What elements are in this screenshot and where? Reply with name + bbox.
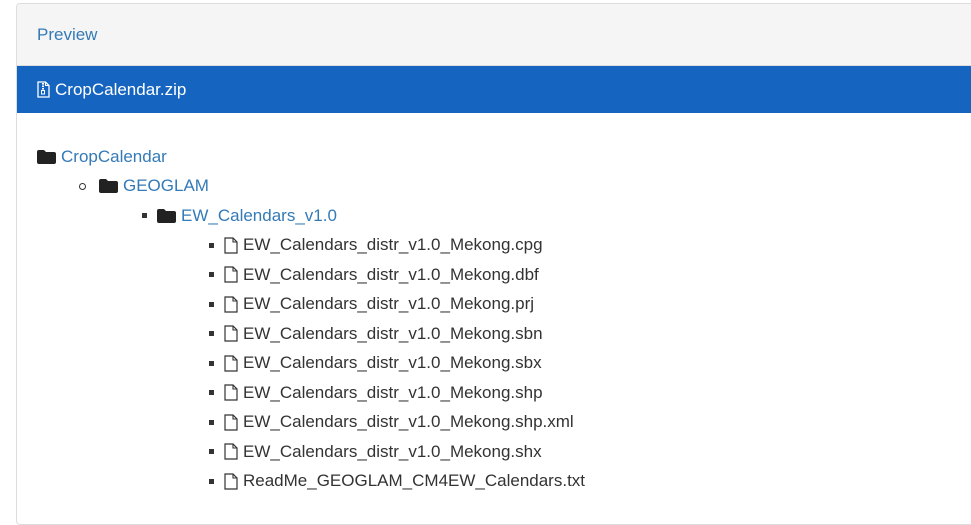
folder-label-geoglam[interactable]: GEOGLAM [123, 176, 209, 196]
file-icon [224, 237, 238, 254]
file-name: EW_Calendars_distr_v1.0_Mekong.dbf [243, 264, 539, 284]
tree-file[interactable]: EW_Calendars_distr_v1.0_Mekong.cpg [37, 231, 971, 261]
panel-title: Preview [37, 24, 98, 44]
file-name: EW_Calendars_distr_v1.0_Mekong.sbn [243, 323, 543, 343]
file-name: EW_Calendars_distr_v1.0_Mekong.cpg [243, 235, 543, 255]
file-icon [224, 473, 238, 490]
file-name: EW_Calendars_distr_v1.0_Mekong.shp [243, 382, 543, 402]
file-name: EW_Calendars_distr_v1.0_Mekong.shx [243, 441, 542, 461]
tree-bullet [79, 182, 86, 190]
tree-bullet [209, 360, 214, 366]
tree-folder-root[interactable]: CropCalendar [37, 142, 971, 172]
tree-file[interactable]: ReadMe_GEOGLAM_CM4EW_Calendars.txt [37, 467, 971, 497]
tree-file[interactable]: EW_Calendars_distr_v1.0_Mekong.shx [37, 437, 971, 467]
tree-bullet [209, 419, 214, 425]
folder-label-ew-calendars[interactable]: EW_Calendars_v1.0 [181, 206, 337, 226]
folder-icon [99, 179, 118, 194]
file-icon [224, 414, 238, 431]
file-icon [224, 296, 238, 313]
file-icon [224, 355, 238, 372]
folder-label-root[interactable]: CropCalendar [61, 147, 167, 167]
tree-bullet [142, 213, 147, 219]
file-tree: CropCalendar GEOGLAM EW_Calendars_v1.0 E… [17, 113, 971, 496]
tree-file[interactable]: EW_Calendars_distr_v1.0_Mekong.prj [37, 290, 971, 320]
tree-file[interactable]: EW_Calendars_distr_v1.0_Mekong.shp [37, 378, 971, 408]
tree-bullet [209, 301, 214, 307]
tree-bullet [209, 242, 214, 248]
tree-folder-geoglam[interactable]: GEOGLAM [37, 172, 971, 202]
archive-name: CropCalendar.zip [55, 79, 187, 99]
file-zip-icon [37, 81, 50, 98]
tree-file[interactable]: EW_Calendars_distr_v1.0_Mekong.shp.xml [37, 408, 971, 438]
archive-file-bar[interactable]: CropCalendar.zip [17, 66, 971, 113]
file-name: EW_Calendars_distr_v1.0_Mekong.shp.xml [243, 412, 574, 432]
file-icon [224, 325, 238, 342]
tree-bullet [209, 449, 214, 455]
file-icon [224, 384, 238, 401]
file-name: EW_Calendars_distr_v1.0_Mekong.sbx [243, 353, 542, 373]
file-name: EW_Calendars_distr_v1.0_Mekong.prj [243, 294, 535, 314]
tree-file[interactable]: EW_Calendars_distr_v1.0_Mekong.dbf [37, 260, 971, 290]
tree-file[interactable]: EW_Calendars_distr_v1.0_Mekong.sbx [37, 349, 971, 379]
tree-bullet [209, 478, 214, 484]
tree-bullet [209, 331, 214, 337]
file-icon [224, 266, 238, 283]
folder-icon [157, 208, 176, 223]
tree-bullet [209, 272, 214, 278]
file-icon [224, 443, 238, 460]
folder-icon [37, 149, 56, 164]
tree-bullet [209, 390, 214, 396]
file-name: ReadMe_GEOGLAM_CM4EW_Calendars.txt [243, 471, 586, 491]
tree-folder-ew-calendars[interactable]: EW_Calendars_v1.0 [37, 201, 971, 231]
preview-panel: Preview CropCalendar.zip CropCalendar GE… [16, 3, 971, 525]
panel-heading: Preview [17, 4, 971, 66]
tree-file[interactable]: EW_Calendars_distr_v1.0_Mekong.sbn [37, 319, 971, 349]
